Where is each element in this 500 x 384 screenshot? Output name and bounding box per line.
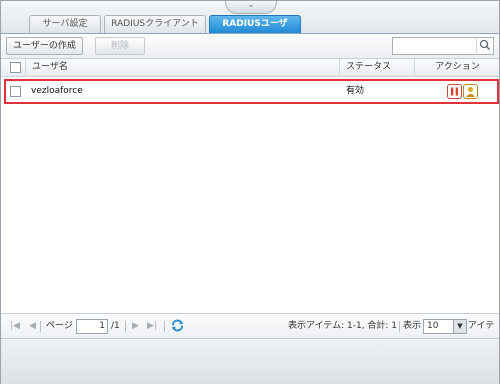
- status-cell: 有効: [346, 86, 365, 96]
- divider: [40, 321, 41, 332]
- divider: [164, 321, 165, 332]
- edit-user-icon[interactable]: [463, 84, 478, 99]
- username-cell: vezloaforce: [31, 86, 83, 96]
- total-pages: /1: [111, 321, 120, 331]
- chevron-down-icon[interactable]: ▼: [453, 320, 466, 333]
- tab-radius-client[interactable]: RADIUSクライアント: [104, 15, 206, 33]
- page-size-value: 10: [427, 321, 439, 331]
- search-input[interactable]: [393, 38, 479, 52]
- table-row[interactable]: vezloaforce 有効: [4, 79, 499, 104]
- delete-button[interactable]: 削除: [95, 37, 145, 55]
- page-label: ページ: [46, 321, 73, 331]
- tab-bar: ⌄ サーバ設定 RADIUSクライアント RADIUSユーザ: [1, 1, 499, 34]
- items-info: 表示アイテム: 1-1, 合計: 1: [288, 321, 398, 331]
- divider: [125, 321, 126, 332]
- next-page-icon[interactable]: ▶: [132, 314, 139, 338]
- tab-server-settings[interactable]: サーバ設定: [29, 15, 101, 33]
- tab-radius-user[interactable]: RADIUSユーザ: [209, 15, 301, 33]
- radius-user-panel: ⌄ サーバ設定 RADIUSクライアント RADIUSユーザ ユーザーの作成 削…: [0, 0, 500, 384]
- status-column-header[interactable]: ステータス: [339, 59, 391, 76]
- show-label: 表示: [403, 321, 422, 331]
- divider: [399, 321, 400, 332]
- refresh-icon[interactable]: [170, 318, 185, 334]
- first-page-icon[interactable]: |◀: [10, 314, 20, 338]
- action-column-header: アクション: [414, 59, 500, 76]
- pause-icon[interactable]: [447, 84, 462, 99]
- grid-header: ユーザ名 ステータス アクション: [1, 59, 499, 77]
- pagination-bar: |◀ ◀ ページ 1 /1 ▶ ▶| 表示アイテム: 1-1, 合計: 1 表示…: [1, 313, 499, 355]
- select-all-checkbox[interactable]: [10, 62, 21, 73]
- prev-page-icon[interactable]: ◀: [29, 314, 36, 338]
- footer-area: [1, 338, 499, 384]
- toolbar: ユーザーの作成 削除: [1, 34, 499, 59]
- collapse-handle[interactable]: ⌄: [225, 1, 277, 14]
- create-user-button[interactable]: ユーザーの作成: [6, 37, 83, 55]
- page-size-select[interactable]: 10 ▼: [423, 319, 467, 334]
- search-icon[interactable]: [476, 38, 492, 53]
- username-column-header[interactable]: ユーザ名: [25, 59, 68, 76]
- items-label: アイテム: [468, 321, 495, 355]
- row-checkbox[interactable]: [10, 86, 21, 97]
- search-box: [392, 37, 494, 55]
- last-page-icon[interactable]: ▶|: [147, 314, 157, 338]
- page-number-input[interactable]: 1: [76, 319, 108, 334]
